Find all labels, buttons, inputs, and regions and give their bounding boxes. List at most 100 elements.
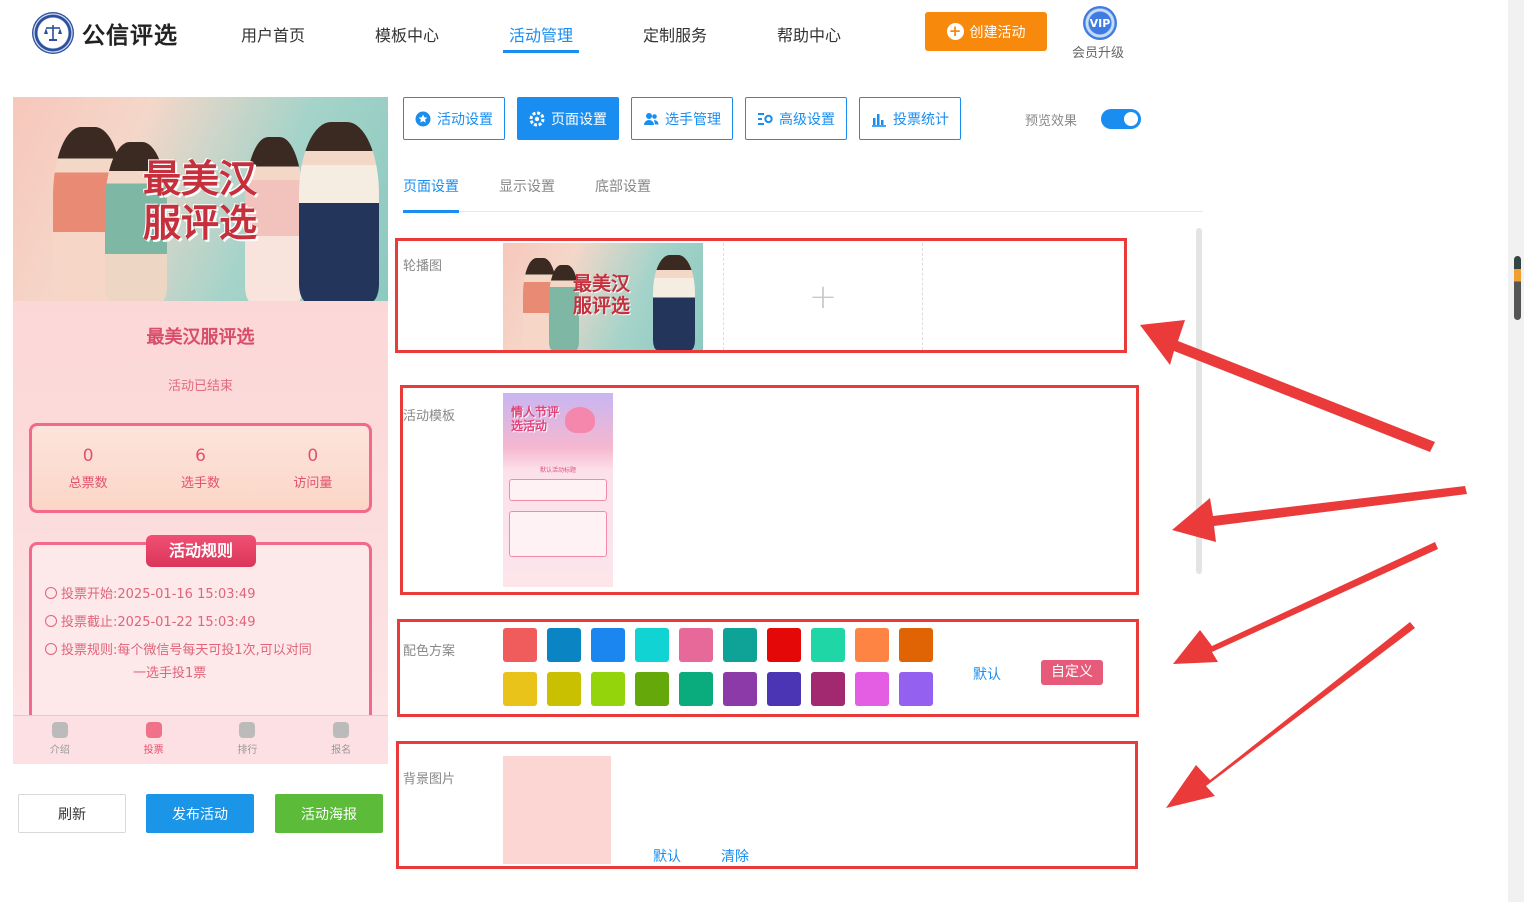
nav-activity-management[interactable]: 活动管理 [509,22,573,46]
color-custom-button[interactable]: 自定义 [1041,660,1103,685]
color-swatch[interactable] [855,672,889,706]
poster-button[interactable]: 活动海报 [275,794,383,833]
vip-badge-icon[interactable]: VIP [1083,6,1117,40]
tab-vote-statistics[interactable]: 投票统计 [859,97,961,140]
create-activity-label: 创建活动 [969,24,1026,41]
color-default-link[interactable]: 默认 [973,664,1001,684]
background-image-preview[interactable] [503,756,611,864]
subtab-page-settings[interactable]: 页面设置 [403,176,459,196]
rule-policy-label: 投票规则: [61,643,118,658]
tab-label: 投票 [143,745,164,756]
stat-visits: 0 访问量 [257,426,369,510]
template-thumb-caption: 默认活动标题 [539,467,576,474]
tab-label: 投票统计 [893,111,949,128]
sliders-icon [758,112,773,125]
tab-ranking[interactable]: 排行 [201,716,295,764]
logo[interactable] [32,12,74,54]
carousel-upload-slot[interactable]: + [723,243,923,350]
stat-contestants: 6 选手数 [144,426,256,510]
nav-help-center[interactable]: 帮助中心 [777,22,841,46]
intro-icon [51,722,68,738]
color-swatch[interactable] [591,672,625,706]
arrow-icon [1166,622,1415,808]
publish-button[interactable]: 发布活动 [146,794,254,833]
rule-end: 投票截止:2025-01-22 15:03:49 [45,611,255,634]
tab-advanced-settings[interactable]: 高级设置 [745,97,847,140]
rule-end-value: 2025-01-22 15:03:49 [117,615,256,630]
preview-toggle[interactable] [1101,109,1141,129]
tab-signup[interactable]: 报名 [294,716,388,764]
page-scrollbar[interactable] [1508,0,1524,902]
users-icon [644,112,659,125]
subtab-footer-settings[interactable]: 底部设置 [595,176,651,196]
color-swatch[interactable] [723,628,757,662]
clock-icon [45,587,57,599]
tab-vote[interactable]: 投票 [107,716,201,764]
preview-toggle-label: 预览效果 [1025,114,1078,129]
page-scrollbar-thumb[interactable] [1514,256,1521,320]
arrow-icon [1173,542,1438,664]
nav-custom-service[interactable]: 定制服务 [643,22,707,46]
tab-activity-settings[interactable]: 活动设置 [403,97,505,140]
background-default-link[interactable]: 默认 [653,846,681,866]
color-swatch[interactable] [899,672,933,706]
template-tabbar [503,571,613,587]
color-swatch[interactable] [679,628,713,662]
nav-active-indicator [503,50,579,53]
color-swatch[interactable] [547,672,581,706]
tab-label: 排行 [237,745,258,756]
banner-title-art: 最美汉服评选 [143,156,258,245]
rules-title: 活动规则 [146,535,256,567]
color-swatch[interactable] [635,628,669,662]
nav-template-center[interactable]: 模板中心 [375,22,439,46]
subtab-active-indicator [403,210,459,213]
color-swatch[interactable] [811,628,845,662]
stat-label: 访问量 [293,476,333,491]
color-swatch[interactable] [767,628,801,662]
trophy-icon [239,722,256,738]
carousel-image[interactable]: 最美汉服评选 [503,243,703,350]
preview-tabbar: 介绍 投票 排行 报名 [13,715,388,764]
vip-upgrade-link[interactable]: 会员升级 [1072,42,1124,61]
template-thumb-title: 情人节评选活动 [511,405,560,433]
rule-policy-line1: 每个微信号每天可投1次,可以对同 [117,643,312,658]
color-swatch[interactable] [591,628,625,662]
refresh-button[interactable]: 刷新 [18,794,126,833]
color-scheme-label: 配色方案 [403,644,456,659]
color-swatch[interactable] [503,672,537,706]
color-swatch[interactable] [811,672,845,706]
color-swatch[interactable] [547,628,581,662]
template-stats-card [509,479,607,501]
template-thumbnail[interactable]: 情人节评选活动 默认活动标题 [503,393,613,587]
color-swatch[interactable] [503,628,537,662]
arrow-icon [1140,320,1435,452]
tab-contestant-management[interactable]: 选手管理 [631,97,733,140]
rule-policy: 投票规则:每个微信号每天可投1次,可以对同 [45,639,312,662]
gear-icon [529,111,545,126]
clock-icon [45,615,57,627]
tab-intro[interactable]: 介绍 [13,716,107,764]
scales-icon [44,25,62,41]
mobile-preview: 最美汉服评选 最美汉服评选 活动已结束 0 总票数 6 选手数 0 访问量 活动… [13,97,388,764]
nav-user-home[interactable]: 用户首页 [241,22,305,46]
color-swatch[interactable] [679,672,713,706]
color-swatch[interactable] [899,628,933,662]
signup-icon [333,722,350,738]
tab-page-settings[interactable]: 页面设置 [517,97,619,140]
arrow-icon [1172,486,1467,542]
create-activity-button[interactable]: + 创建活动 [925,12,1047,51]
color-swatch[interactable] [723,672,757,706]
settings-scrollbar[interactable] [1196,228,1202,574]
background-label: 背景图片 [403,772,456,787]
plus-icon: + [808,276,838,317]
rule-end-label: 投票截止: [61,615,118,630]
rule-start-value: 2025-01-16 15:03:49 [117,587,256,602]
color-swatch[interactable] [635,672,669,706]
info-icon [45,643,57,655]
activity-status: 活动已结束 [167,379,233,394]
color-swatch[interactable] [767,672,801,706]
subtab-display-settings[interactable]: 显示设置 [499,176,555,196]
color-swatch[interactable] [855,628,889,662]
tab-label: 页面设置 [551,111,607,128]
background-clear-link[interactable]: 清除 [721,846,749,866]
